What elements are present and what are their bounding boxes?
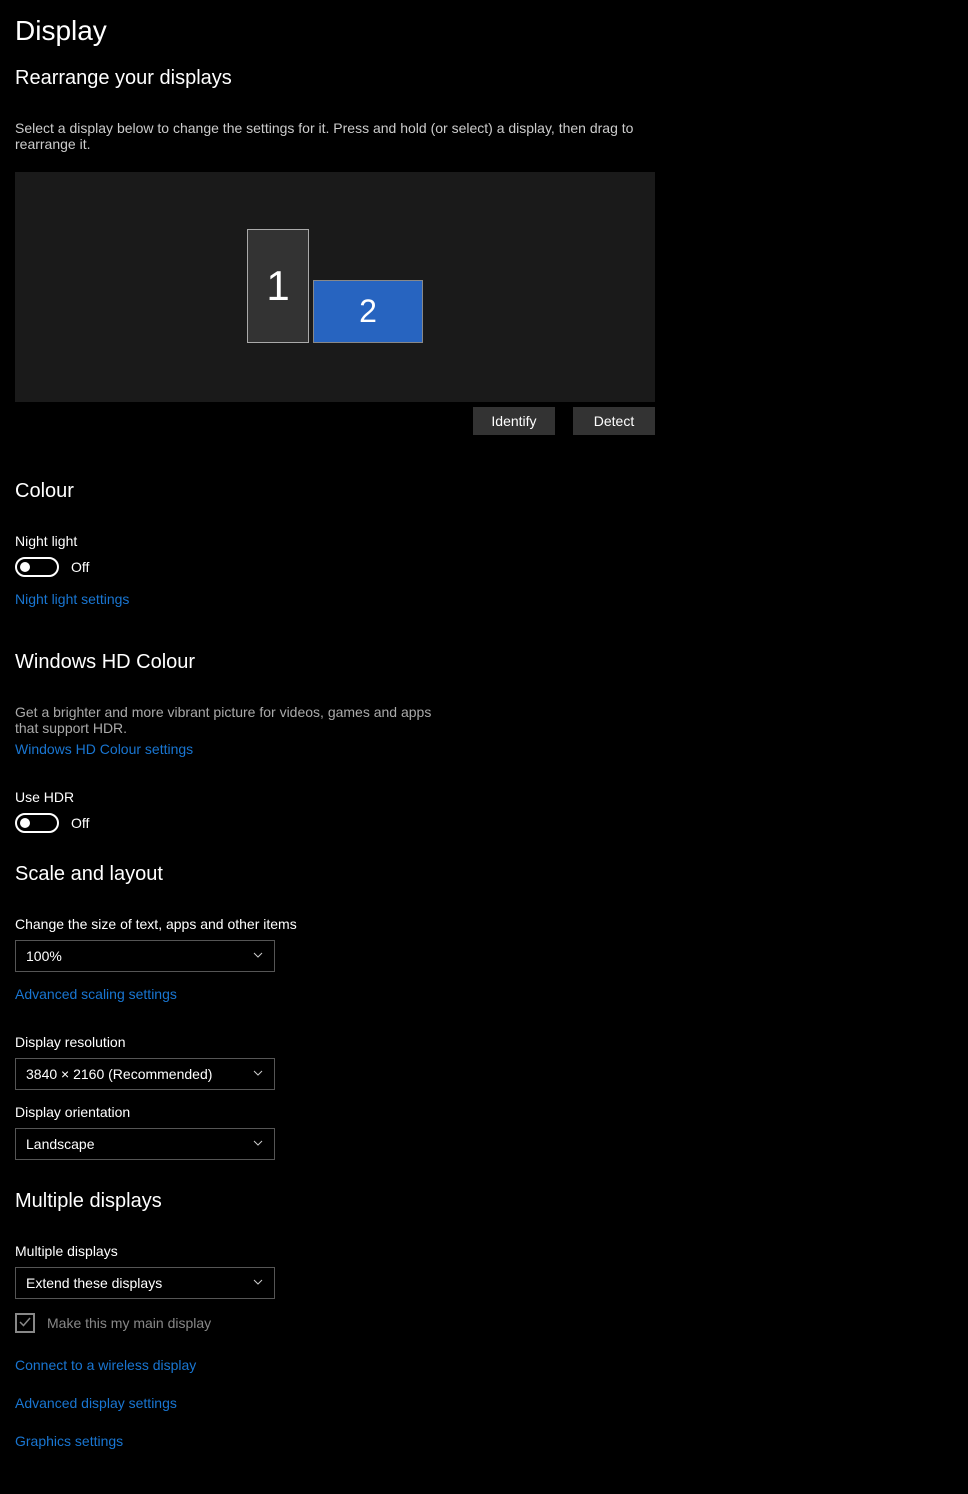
- identify-button[interactable]: Identify: [473, 407, 555, 435]
- hd-colour-title: Windows HD Colour: [15, 651, 953, 674]
- scale-dropdown[interactable]: 100%: [15, 940, 275, 972]
- use-hdr-toggle[interactable]: [15, 813, 59, 833]
- scale-layout-title: Scale and layout: [15, 863, 953, 886]
- chevron-down-icon: [252, 1136, 264, 1152]
- orientation-value: Landscape: [26, 1136, 95, 1152]
- main-display-checkbox: [15, 1313, 35, 1333]
- multiple-displays-dropdown[interactable]: Extend these displays: [15, 1267, 275, 1299]
- hd-colour-desc: Get a brighter and more vibrant picture …: [15, 704, 435, 736]
- multiple-displays-label: Multiple displays: [15, 1243, 953, 1259]
- night-light-settings-link[interactable]: Night light settings: [15, 591, 129, 607]
- chevron-down-icon: [252, 1066, 264, 1082]
- multiple-displays-title: Multiple displays: [15, 1190, 953, 1213]
- use-hdr-label: Use HDR: [15, 789, 953, 805]
- chevron-down-icon: [252, 948, 264, 964]
- detect-button[interactable]: Detect: [573, 407, 655, 435]
- rearrange-desc: Select a display below to change the set…: [15, 120, 655, 152]
- chevron-down-icon: [252, 1275, 264, 1291]
- main-display-label: Make this my main display: [47, 1315, 211, 1331]
- orientation-dropdown[interactable]: Landscape: [15, 1128, 275, 1160]
- checkmark-icon: [18, 1315, 32, 1332]
- advanced-scaling-link[interactable]: Advanced scaling settings: [15, 986, 177, 1002]
- hd-colour-settings-link[interactable]: Windows HD Colour settings: [15, 741, 193, 757]
- advanced-display-link[interactable]: Advanced display settings: [15, 1395, 953, 1411]
- colour-title: Colour: [15, 480, 953, 503]
- night-light-label: Night light: [15, 533, 953, 549]
- resolution-dropdown[interactable]: 3840 × 2160 (Recommended): [15, 1058, 275, 1090]
- rearrange-title: Rearrange your displays: [15, 67, 953, 90]
- change-size-label: Change the size of text, apps and other …: [15, 916, 953, 932]
- use-hdr-state: Off: [71, 815, 89, 831]
- graphics-settings-link[interactable]: Graphics settings: [15, 1433, 953, 1449]
- monitor-1-box[interactable]: 1: [247, 229, 309, 343]
- resolution-value: 3840 × 2160 (Recommended): [26, 1066, 212, 1082]
- monitor-2-box[interactable]: 2: [313, 280, 423, 343]
- multiple-displays-value: Extend these displays: [26, 1275, 162, 1291]
- night-light-toggle[interactable]: [15, 557, 59, 577]
- orientation-label: Display orientation: [15, 1104, 953, 1120]
- connect-wireless-link[interactable]: Connect to a wireless display: [15, 1357, 953, 1373]
- night-light-state: Off: [71, 559, 89, 575]
- resolution-label: Display resolution: [15, 1034, 953, 1050]
- scale-value: 100%: [26, 948, 62, 964]
- display-arrangement-area[interactable]: 1 2: [15, 172, 655, 402]
- page-title: Display: [15, 15, 953, 47]
